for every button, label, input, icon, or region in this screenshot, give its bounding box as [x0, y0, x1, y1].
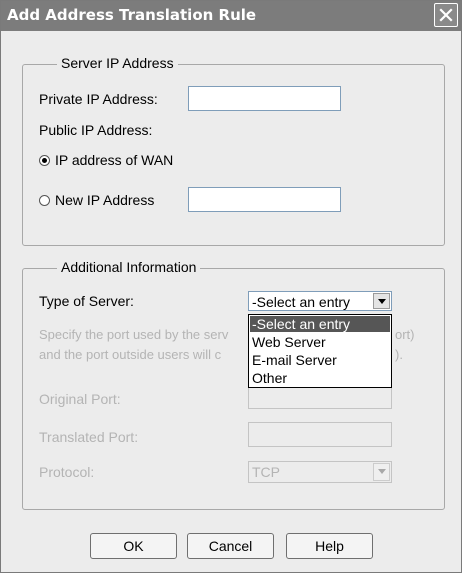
type-of-server-value: -Select an entry — [252, 294, 351, 310]
translated-port-label: Translated Port: — [39, 429, 139, 445]
ok-button[interactable]: OK — [90, 533, 177, 559]
private-ip-field[interactable] — [188, 86, 341, 111]
cancel-button[interactable]: Cancel — [187, 533, 274, 559]
description-line1-right: ort) — [395, 327, 415, 342]
help-button[interactable]: Help — [286, 533, 373, 559]
type-of-server-select[interactable]: -Select an entry — [248, 291, 392, 311]
original-port-label: Original Port: — [39, 391, 121, 407]
dialog-title: Add Address Translation Rule — [7, 6, 257, 24]
chevron-down-icon — [378, 469, 386, 474]
option-select-an-entry[interactable]: -Select an entry — [250, 316, 390, 332]
description-line1-left: Specify the port used by the serv — [39, 327, 229, 342]
server-ip-address-legend: Server IP Address — [57, 55, 178, 71]
radio-new-ip-address[interactable] — [39, 195, 50, 206]
close-button[interactable] — [434, 3, 458, 27]
additional-information-legend: Additional Information — [57, 259, 201, 275]
type-of-server-label: Type of Server: — [39, 293, 134, 309]
new-ip-field[interactable] — [188, 187, 341, 212]
protocol-value: TCP — [252, 464, 280, 480]
title-bar[interactable]: Add Address Translation Rule — [1, 1, 461, 31]
translated-port-field[interactable] — [248, 422, 392, 447]
radio-wan-label[interactable]: IP address of WAN — [55, 152, 173, 168]
public-ip-label: Public IP Address: — [39, 122, 153, 138]
chevron-down-icon — [378, 299, 386, 304]
option-email-server[interactable]: E-mail Server — [250, 352, 390, 368]
protocol-dropdown-button[interactable] — [373, 463, 390, 481]
description-line2-left: and the port outside users will c — [39, 347, 222, 362]
type-of-server-dropdown-list: -Select an entry Web Server E-mail Serve… — [248, 314, 392, 388]
type-of-server-dropdown-button[interactable] — [373, 293, 390, 309]
private-ip-label: Private IP Address: — [39, 91, 158, 107]
add-address-translation-rule-dialog: Add Address Translation Rule Server IP A… — [0, 0, 462, 573]
protocol-select[interactable]: TCP — [248, 461, 392, 483]
option-web-server[interactable]: Web Server — [250, 334, 390, 350]
protocol-label: Protocol: — [39, 464, 95, 480]
description-line2-right: ). — [395, 347, 403, 362]
radio-ip-address-of-wan[interactable] — [39, 155, 50, 166]
close-icon — [439, 8, 453, 22]
radio-new-ip-label[interactable]: New IP Address — [55, 192, 154, 208]
option-other[interactable]: Other — [250, 370, 390, 386]
